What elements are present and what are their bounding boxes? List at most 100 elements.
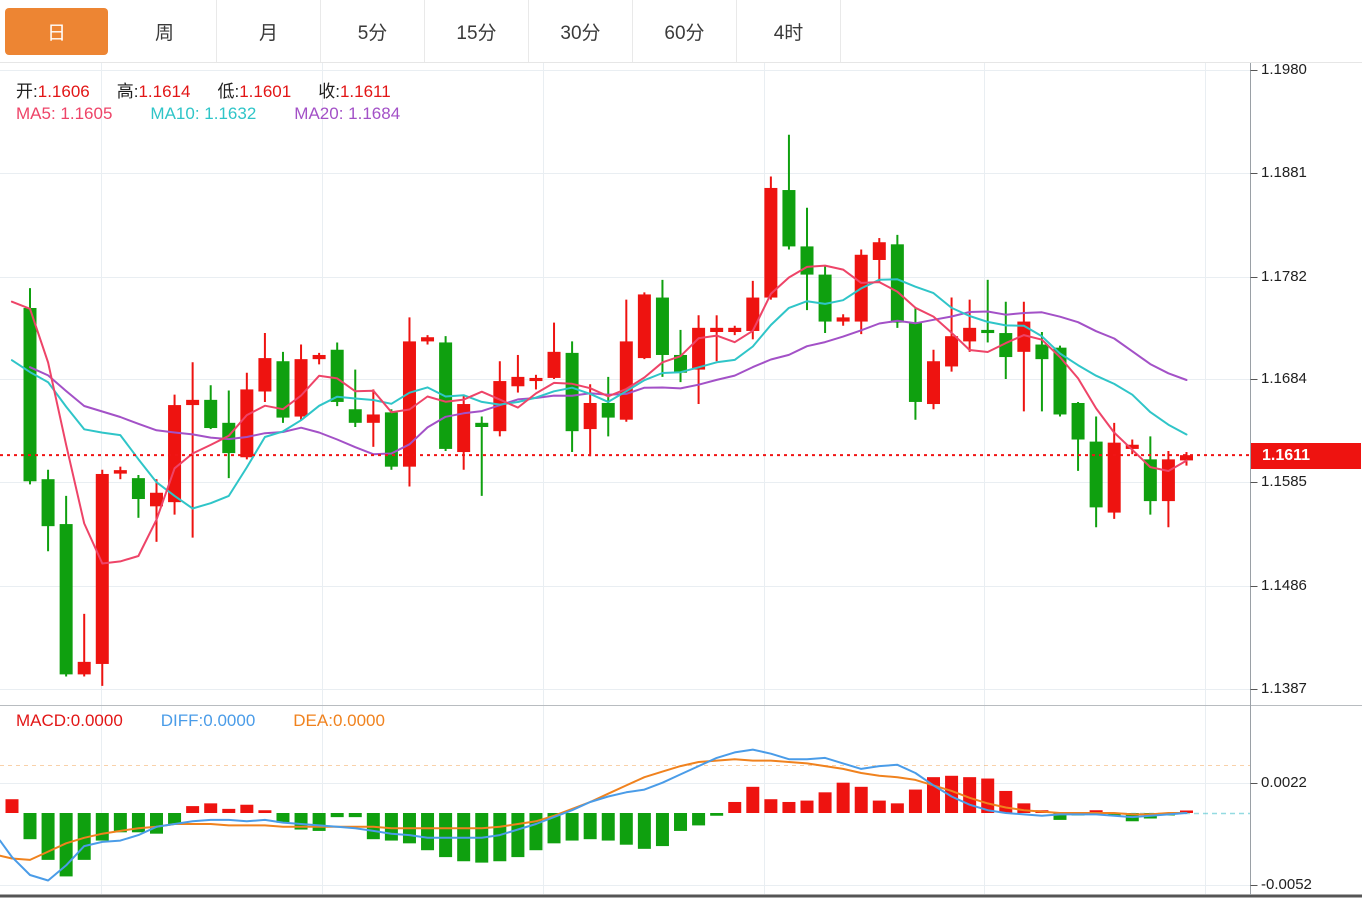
macd-bar: [331, 813, 344, 817]
candle-body: [60, 524, 73, 674]
candle-body: [945, 336, 958, 366]
macd-bar: [819, 792, 832, 813]
macd-bar: [891, 803, 904, 813]
macd-bar: [439, 813, 452, 857]
candle-body: [42, 479, 55, 526]
ma-legend: MA5: 1.1605MA10: 1.1632MA20: 1.1684: [16, 104, 438, 124]
candle-body: [620, 341, 633, 419]
diff-label: DIFF:: [161, 711, 204, 730]
candle-body: [1108, 443, 1121, 513]
macd-bar: [24, 813, 37, 839]
candle-body: [692, 328, 705, 370]
macd-bar: [746, 787, 759, 813]
macd-bar: [493, 813, 506, 861]
candle-body: [511, 377, 524, 386]
macd-bar: [710, 813, 723, 816]
candle-body: [927, 361, 940, 404]
candle-body: [295, 359, 308, 416]
macd-bar: [584, 813, 597, 839]
macd-bar: [150, 813, 163, 834]
price-axis-label: 1.1980: [1261, 61, 1307, 78]
macd-bar: [204, 803, 217, 813]
candle-body: [114, 470, 127, 474]
macd-bar: [873, 801, 886, 813]
ma5-line: [12, 266, 1187, 564]
candle-body: [1144, 459, 1157, 501]
candle-body: [475, 423, 488, 427]
macd-bar: [566, 813, 579, 841]
ma10-label: MA10:: [150, 104, 199, 123]
close-label: 收:: [318, 82, 340, 101]
candle-body: [1035, 345, 1048, 360]
candle-body: [457, 404, 470, 452]
candle-body: [728, 328, 741, 332]
macd-bar: [186, 806, 199, 813]
candle-body: [204, 400, 217, 428]
candle-body: [548, 352, 561, 378]
candle-body: [385, 412, 398, 466]
macd-bar: [674, 813, 687, 831]
ma20-label: MA20:: [294, 104, 343, 123]
high-label: 高:: [117, 82, 139, 101]
candle-body: [746, 298, 759, 331]
macd-bar: [692, 813, 705, 825]
candle-body: [421, 337, 434, 341]
candle-body: [186, 400, 199, 405]
low-value: 1.1601: [239, 82, 291, 101]
macd-bar: [313, 813, 326, 831]
macd-bar: [96, 813, 109, 841]
ohlc-legend: 开:1.1606 高:1.1614 低:1.1601 收:1.1611: [16, 77, 418, 102]
low-label: 低:: [217, 82, 239, 101]
macd-bar: [529, 813, 542, 850]
candle-body: [873, 242, 886, 260]
macd-bar: [222, 809, 235, 813]
macd-bar: [620, 813, 633, 845]
macd-bar: [511, 813, 524, 857]
close-value: 1.1611: [340, 82, 391, 101]
macd-label: MACD:: [16, 711, 71, 730]
candle-body: [132, 478, 145, 499]
macd-bar: [837, 783, 850, 813]
candle-body: [656, 298, 669, 355]
candle-body: [602, 403, 615, 418]
candle-body: [313, 355, 326, 359]
macd-bar: [728, 802, 741, 813]
open-value: 1.1606: [38, 82, 90, 101]
macd-bar: [385, 813, 398, 841]
trading-chart-app: 日周月5分15分30分60分4时 开:1.1606高:1.1614低:1.160…: [0, 0, 1362, 903]
macd-value: 0.0000: [71, 711, 123, 730]
diff-value: 0.0000: [203, 711, 255, 730]
macd-bar-pre: [6, 799, 19, 813]
macd-bar: [349, 813, 362, 817]
high-value: 1.1614: [138, 82, 190, 101]
ma20-value: 1.1684: [348, 104, 400, 123]
candle-body: [78, 662, 91, 675]
macd-bar: [421, 813, 434, 850]
candle-body: [349, 409, 362, 423]
candle-body: [240, 389, 253, 457]
candle-body: [566, 353, 579, 431]
candle-body: [584, 403, 597, 429]
macd-bar: [602, 813, 615, 841]
macd-bar: [801, 801, 814, 813]
candle-body: [891, 244, 904, 322]
macd-bar: [764, 799, 777, 813]
macd-bar: [855, 787, 868, 813]
candle-body: [837, 317, 850, 321]
candle-body: [331, 350, 344, 402]
candle-body: [168, 405, 181, 502]
macd-axis-label: -0.0052: [1261, 876, 1312, 893]
price-axis-label: 1.1387: [1261, 680, 1307, 697]
macd-bar: [782, 802, 795, 813]
macd-bar: [656, 813, 669, 846]
candlestick-chart-canvas[interactable]: [0, 0, 1362, 903]
open-label: 开:: [16, 82, 38, 101]
macd-axis-label: 0.0022: [1261, 774, 1307, 791]
dea-value: 0.0000: [333, 711, 385, 730]
candle-body: [1090, 442, 1103, 508]
candle-body: [1162, 459, 1175, 501]
candle-body: [782, 190, 795, 246]
candle-body: [367, 414, 380, 422]
candle-body: [764, 188, 777, 298]
current-price-tag: 1.1611: [1251, 443, 1361, 469]
